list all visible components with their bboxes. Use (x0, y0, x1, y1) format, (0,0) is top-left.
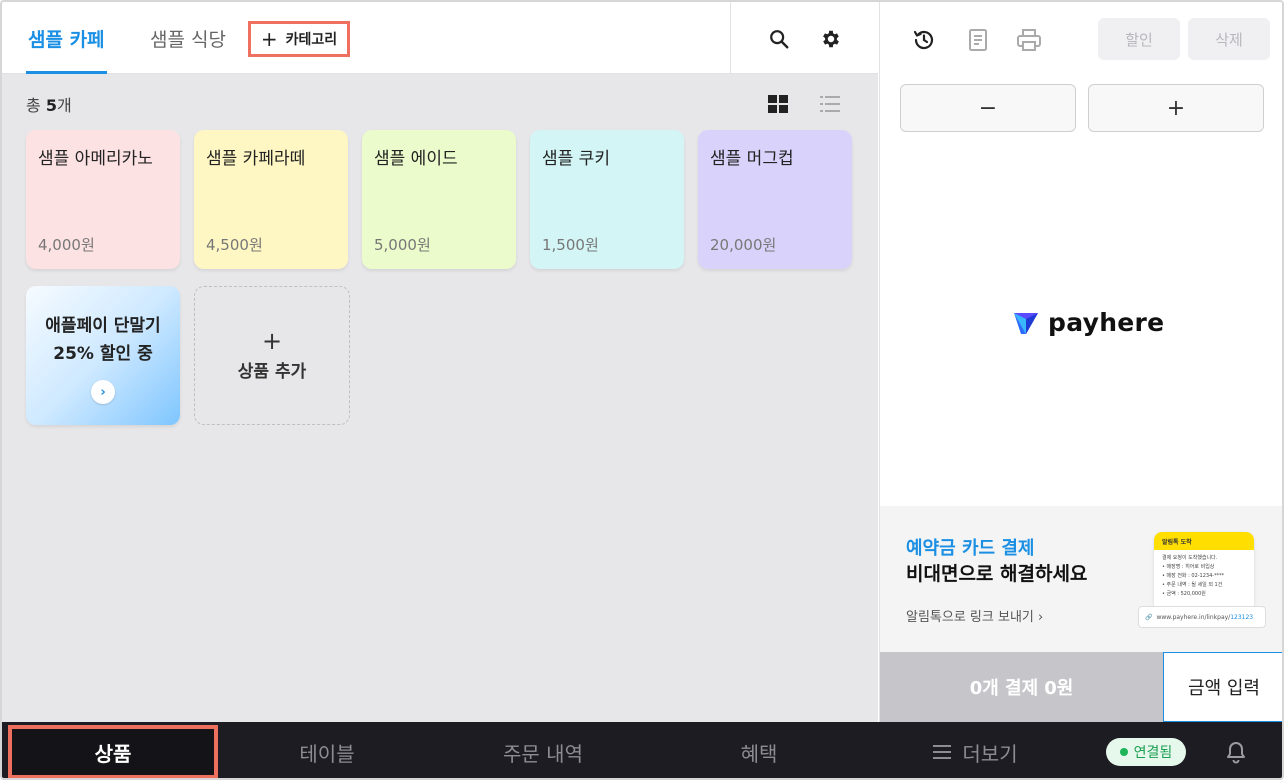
product-name: 샘플 카페라떼 (206, 149, 306, 169)
nav-order-history[interactable]: 주문 내역 (438, 722, 648, 778)
plus-icon: + (260, 27, 278, 51)
list-view-icon[interactable] (818, 92, 842, 116)
add-category-button[interactable]: + 카테고리 (248, 21, 350, 57)
linkpay-banner[interactable]: 예약금 카드 결제 비대면으로 해결하세요 알림톡으로 링크 보내기 › 알림톡… (880, 506, 1282, 652)
order-panel: 할인 삭제 − + payhere 예약금 카드 결제 비대면으로 해결하세요 … (879, 2, 1282, 722)
product-area: 샘플 카페 샘플 식당 + 카테고리 총 5개 샘플 아메리카노 4,000원 (2, 2, 878, 722)
grid-view-icon[interactable] (766, 92, 790, 116)
plus-icon: + (261, 327, 283, 355)
payhere-logo-icon (1014, 312, 1038, 334)
message-body: 결제 요청이 도착했습니다. • 매장명 : 히어로 비입상 • 매장 전화 :… (1154, 550, 1254, 603)
message-line: • 금액 : 520,000원 (1162, 591, 1206, 597)
message-header: 알림톡 도착 (1154, 532, 1254, 550)
discount-button[interactable]: 할인 (1098, 18, 1180, 60)
message-line: 결제 요청이 도착했습니다. (1162, 555, 1218, 561)
product-name: 샘플 머그컵 (710, 149, 794, 169)
divider (730, 2, 731, 74)
payhere-wordmark: payhere (1048, 308, 1165, 337)
receipt-icon[interactable] (964, 26, 992, 54)
banner-title: 비대면으로 해결하세요 (906, 563, 1088, 585)
delete-button[interactable]: 삭제 (1188, 18, 1270, 60)
nav-tables[interactable]: 테이블 (222, 722, 432, 778)
banner-link-text: 알림톡으로 링크 보내기 (906, 610, 1034, 625)
product-price: 20,000원 (710, 236, 777, 254)
pay-button[interactable]: 0개 결제 0원 (880, 652, 1163, 722)
chevron-right-icon: › (1038, 610, 1044, 625)
search-icon[interactable] (764, 24, 794, 54)
count-value: 5 (45, 96, 57, 115)
product-price: 1,500원 (542, 236, 599, 254)
link-icon: 🔗 (1145, 613, 1153, 621)
product-count: 총 5개 (26, 92, 72, 116)
nav-more-label: 더보기 (962, 741, 1018, 766)
status-dot (1119, 748, 1128, 756)
banner-title-blue: 예약금 카드 결제 (906, 538, 1035, 559)
connection-status-badge: 연결됨 (1106, 738, 1186, 766)
status-text: 연결됨 (1133, 745, 1173, 761)
pay-count: 0개 결제 (969, 678, 1039, 699)
amount-input-button[interactable]: 금액 입력 (1163, 652, 1282, 722)
product-card[interactable]: 샘플 머그컵 20,000원 (698, 130, 852, 269)
tab-sample-restaurant[interactable]: 샘플 식당 (150, 2, 226, 74)
message-line: • 매장명 : 히어로 비입상 (1162, 564, 1215, 570)
promo-line-1: 애플페이 단말기 (45, 316, 161, 336)
nav-benefits[interactable]: 혜택 (654, 722, 864, 778)
bottom-nav: 상품 테이블 주문 내역 혜택 더보기 연결됨 (2, 722, 1282, 778)
link-url-box: 🔗 www.payhere.in/linkpay/123123 (1138, 606, 1266, 628)
product-name: 샘플 에이드 (374, 149, 458, 169)
product-card[interactable]: 샘플 아메리카노 4,000원 (26, 130, 180, 269)
gear-icon[interactable] (816, 24, 846, 54)
url-prefix: www.payhere.in/linkpay/ (1156, 613, 1231, 621)
url-text: www.payhere.in/linkpay/123123 (1156, 614, 1253, 621)
message-line: • 주문 내역 : 될 세일 외 1건 (1162, 582, 1223, 588)
bell-icon[interactable] (1222, 738, 1250, 766)
promo-line-2: 25% 할인 중 (53, 344, 153, 364)
pay-amount: 0원 (1044, 678, 1074, 699)
promo-card[interactable]: 애플페이 단말기 25% 할인 중 › (26, 286, 180, 425)
increase-button[interactable]: + (1088, 84, 1264, 132)
product-price: 5,000원 (374, 236, 431, 254)
kakao-message-preview: 알림톡 도착 결제 요청이 도착했습니다. • 매장명 : 히어로 비입상 • … (1154, 532, 1254, 614)
product-name: 샘플 아메리카노 (38, 149, 153, 169)
product-price: 4,000원 (38, 236, 95, 254)
add-product-label: 상품 추가 (237, 362, 307, 382)
count-prefix: 총 (26, 96, 46, 115)
app-window: 샘플 카페 샘플 식당 + 카테고리 총 5개 샘플 아메리카노 4,000원 (0, 0, 1284, 780)
hamburger-icon (933, 745, 952, 759)
url-id: 123123 (1230, 613, 1254, 621)
nav-more[interactable]: 더보기 (870, 722, 1080, 778)
decrease-button[interactable]: − (900, 84, 1076, 132)
count-suffix: 개 (56, 96, 72, 115)
add-category-label: 카테고리 (285, 32, 338, 48)
banner-link[interactable]: 알림톡으로 링크 보내기 › (906, 606, 1043, 625)
product-card[interactable]: 샘플 쿠키 1,500원 (530, 130, 684, 269)
product-card[interactable]: 샘플 카페라떼 4,500원 (194, 130, 348, 269)
add-product-button[interactable]: + 상품 추가 (194, 286, 350, 425)
product-name: 샘플 쿠키 (542, 149, 610, 169)
payhere-logo: payhere (1012, 308, 1164, 337)
product-card[interactable]: 샘플 에이드 5,000원 (362, 130, 516, 269)
tab-sample-cafe[interactable]: 샘플 카페 (26, 2, 107, 74)
chevron-right-icon: › (91, 380, 115, 404)
message-line: • 매장 전화 : 02-1234-**** (1162, 573, 1225, 579)
nav-products[interactable]: 상품 (8, 725, 218, 778)
history-icon[interactable] (910, 26, 938, 54)
product-price: 4,500원 (206, 236, 263, 254)
printer-icon[interactable] (1014, 26, 1044, 54)
category-bar: 샘플 카페 샘플 식당 + 카테고리 (2, 2, 878, 74)
